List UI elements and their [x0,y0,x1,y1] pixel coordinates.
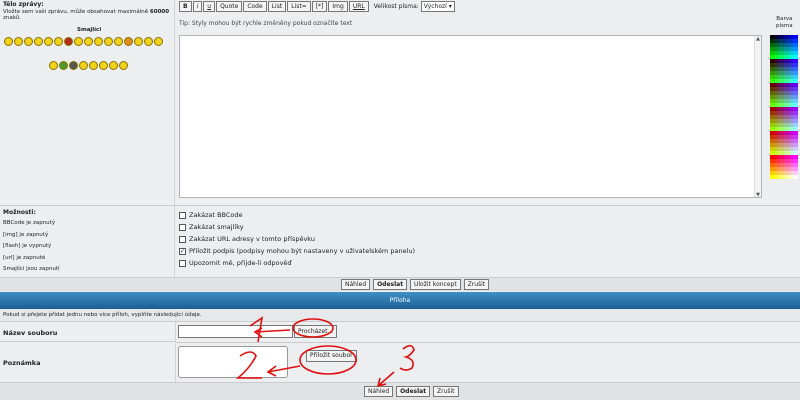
annotation-number-2 [235,351,262,379]
annotation-arrow-3 [376,371,395,388]
annotation-number-1 [249,316,264,343]
annotation-number-3 [399,344,415,371]
annotation-overlay [235,316,415,388]
annotation-circle-browse [292,318,334,338]
annotation-arrow-2 [266,365,301,377]
annotation-circle-attach [299,345,357,375]
annotation-arrow-1 [253,327,291,338]
